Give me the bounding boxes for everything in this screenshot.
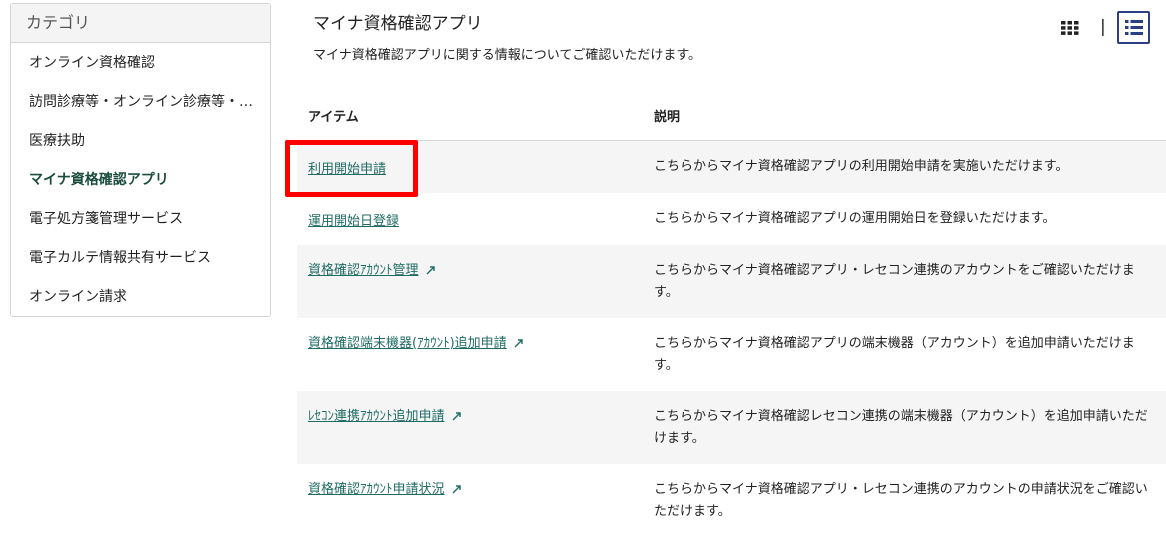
item-link-device-add-application[interactable]: 資格確認端末機器(ｱｶｳﾝﾄ)追加申請	[308, 336, 507, 351]
sidebar-item-online-billing[interactable]: オンライン請求	[11, 278, 270, 317]
list-view-button[interactable]	[1117, 11, 1150, 44]
sidebar-item-e-prescription[interactable]: 電子処方箋管理サービス	[11, 200, 270, 239]
sidebar-header: カテゴリ	[11, 4, 270, 43]
external-link-icon	[452, 485, 461, 494]
external-link-icon	[514, 339, 523, 348]
page-title: マイナ資格確認アプリ	[313, 14, 483, 34]
table-row: 資格確認端末機器(ｱｶｳﾝﾄ)追加申請 こちらからマイナ資格確認アプリの端末機器…	[297, 318, 1166, 391]
item-description: こちらからマイナ資格確認アプリの端末機器（アカウント）を追加申請いただけます。	[654, 336, 1135, 373]
item-description: こちらからマイナ資格確認アプリの運用開始日を登録いただけます。	[654, 211, 1056, 226]
column-header-description: 説明	[654, 109, 681, 125]
list-icon	[1124, 20, 1143, 35]
item-description: こちらからマイナ資格確認アプリの利用開始申請を実施いただけます。	[654, 159, 1069, 174]
grid-icon	[1061, 21, 1079, 35]
item-link-rececon-account-add[interactable]: ﾚｾｺﾝ連携ｱｶｳﾝﾄ追加申請	[308, 409, 445, 424]
external-link-icon	[426, 266, 435, 275]
view-separator: |	[1100, 17, 1106, 37]
table-row: 運用開始日登録 こちらからマイナ資格確認アプリの運用開始日を登録いただけます。	[297, 193, 1166, 245]
item-link-usage-application[interactable]: 利用開始申請	[308, 162, 386, 177]
table-row: 資格確認ｱｶｳﾝﾄ管理 こちらからマイナ資格確認アプリ・レセコン連携のアカウント…	[297, 245, 1166, 318]
item-description: こちらからマイナ資格確認レセコン連携の端末機器（アカウント）を追加申請いただけま…	[654, 409, 1148, 446]
item-description: こちらからマイナ資格確認アプリ・レセコン連携のアカウントの申請状況をご確認いただ…	[654, 482, 1148, 519]
item-table: アイテム 説明 利用開始申請 こちらからマイナ資格確認アプリの利用開始申請を実施…	[297, 90, 1166, 537]
table-row: 資格確認ｱｶｳﾝﾄ申請状況 こちらからマイナ資格確認アプリ・レセコン連携のアカウ…	[297, 464, 1166, 537]
item-link-account-management[interactable]: 資格確認ｱｶｳﾝﾄ管理	[308, 263, 419, 278]
sidebar-item-medical-aid[interactable]: 医療扶助	[11, 122, 270, 161]
item-description: こちらからマイナ資格確認アプリ・レセコン連携のアカウントをご確認いただけます。	[654, 263, 1135, 300]
sidebar-item-online-qualification[interactable]: オンライン資格確認	[11, 44, 270, 83]
table-header: アイテム 説明	[297, 90, 1166, 141]
grid-view-button[interactable]	[1059, 17, 1081, 39]
sidebar-item-myna-app[interactable]: マイナ資格確認アプリ	[11, 161, 270, 200]
item-link-start-date-registration[interactable]: 運用開始日登録	[308, 214, 399, 229]
sidebar-item-e-chart[interactable]: 電子カルテ情報共有サービス	[11, 239, 270, 278]
table-row: 利用開始申請 こちらからマイナ資格確認アプリの利用開始申請を実施いただけます。	[297, 141, 1166, 193]
category-sidebar: カテゴリ オンライン資格確認 訪問診療等・オンライン診療等・オンライン服薬指導 …	[10, 3, 271, 317]
table-row: ﾚｾｺﾝ連携ｱｶｳﾝﾄ追加申請 こちらからマイナ資格確認レセコン連携の端末機器（…	[297, 391, 1166, 464]
sidebar-item-home-visit[interactable]: 訪問診療等・オンライン診療等・オンライン服薬指導	[11, 83, 270, 122]
page-description: マイナ資格確認アプリに関する情報についてご確認いただけます。	[313, 48, 702, 63]
column-header-item: アイテム	[308, 109, 359, 125]
external-link-icon	[452, 412, 461, 421]
item-link-application-status[interactable]: 資格確認ｱｶｳﾝﾄ申請状況	[308, 482, 445, 497]
